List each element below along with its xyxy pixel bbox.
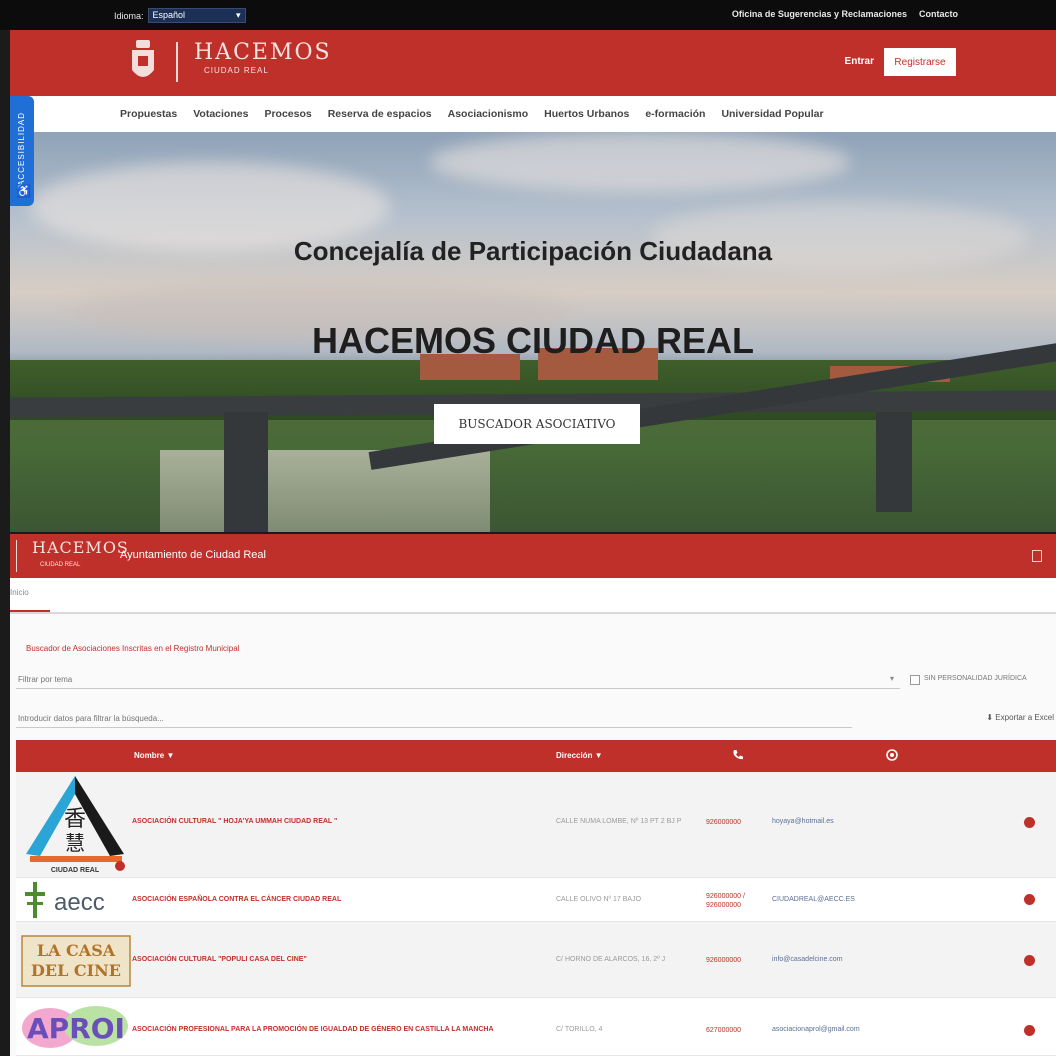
tab-inicio[interactable]: Inicio <box>10 588 50 612</box>
table-row[interactable]: APROI ASOCIACIÓN PROFESIONAL PARA LA PRO… <box>16 998 1056 1056</box>
svg-text:APROI: APROI <box>27 1012 125 1045</box>
download-icon: ⬇ <box>986 713 996 722</box>
nav-item-asociacionismo[interactable]: Asociacionismo <box>448 108 529 120</box>
association-logo-casa-cine: LA CASA DEL CINE <box>21 935 131 987</box>
language-value: Español <box>152 10 186 20</box>
table-row[interactable]: 香 慧 CIUDAD REAL ASOCIACIÓN CULTURAL " HO… <box>16 772 1056 878</box>
hero-subtitle: Concejalía de Participación Ciudadana <box>293 236 773 266</box>
svg-text:香: 香 <box>64 807 86 832</box>
main-nav: Propuestas Votaciones Procesos Reserva d… <box>10 96 1056 132</box>
association-search-app: HACEMOS CIUDAD REAL Ayuntamiento de Ciud… <box>10 534 1056 1056</box>
location-pin-icon[interactable] <box>1024 817 1035 828</box>
location-pin-icon[interactable] <box>1024 894 1035 905</box>
association-email[interactable]: info@casadelcine.com <box>772 956 843 963</box>
association-logo-aproi: APROI <box>22 1006 128 1048</box>
accessibility-icon: ♿ <box>16 184 31 198</box>
table-row[interactable]: aecc ASOCIACIÓN ESPAÑOLA CONTRA EL CÁNCE… <box>16 878 1056 922</box>
language-select[interactable]: Español ▾ <box>147 8 246 23</box>
table-row[interactable]: LA CASA DEL CINE ASOCIACIÓN CULTURAL "PO… <box>16 922 1056 998</box>
section-title: Buscador de Asociaciones Inscritas en el… <box>26 644 240 653</box>
site-header: HACEMOS CIUDAD REAL Entrar Registrarse <box>10 30 1056 96</box>
chevron-down-icon: ▾ <box>890 674 895 683</box>
logo-divider <box>176 42 178 82</box>
association-phone[interactable]: 926000000 <box>706 956 741 965</box>
app-tabs: Inicio <box>10 578 1056 614</box>
contact-link[interactable]: Contacto <box>919 9 958 19</box>
export-excel-button[interactable]: ⬇ Exportar a Excel <box>986 713 1054 722</box>
language-selector: Idioma: Español ▾ <box>114 8 246 23</box>
association-email[interactable]: asociacionaprol@gmail.com <box>772 1026 860 1033</box>
svg-text:慧: 慧 <box>65 831 85 855</box>
app-title: Ayuntamiento de Ciudad Real <box>120 549 266 561</box>
association-email[interactable]: CIUDADREAL@AECC.ES <box>772 896 855 903</box>
association-logo-aecc: aecc <box>25 882 105 918</box>
export-label: Exportar a Excel <box>995 713 1054 722</box>
association-address: C/ HORNO DE ALARCOS, 16, 2º J <box>556 956 666 963</box>
no-legal-entity-checkbox[interactable] <box>910 675 920 685</box>
accessibility-tab[interactable]: ACCESIBILIDAD ♿ <box>10 96 34 206</box>
site-logo[interactable]: HACEMOS <box>194 42 332 64</box>
language-label: Idioma: <box>114 10 144 21</box>
hero-title: HACEMOS CIUDAD REAL <box>311 320 754 361</box>
association-search-button[interactable]: BUSCADOR ASOCIATIVO <box>434 404 640 444</box>
association-phone[interactable]: 926000000 <box>706 818 741 827</box>
association-name[interactable]: ASOCIACIÓN CULTURAL " HOJA'YA UMMAH CIUD… <box>132 818 337 825</box>
nav-item-reserva[interactable]: Reserva de espacios <box>328 108 432 120</box>
river-scenery <box>160 450 490 532</box>
svg-text:LA CASA: LA CASA <box>37 941 116 960</box>
suggestions-link[interactable]: Oficina de Sugerencias y Reclamaciones <box>732 9 907 19</box>
app-logo-sub: CIUDAD REAL <box>40 562 81 568</box>
app-logo[interactable]: HACEMOS <box>32 540 129 556</box>
top-bar: Idioma: Español ▾ Oficina de Sugerencias… <box>0 0 1056 30</box>
search-input[interactable] <box>16 710 852 728</box>
nav-item-propuestas[interactable]: Propuestas <box>120 108 177 120</box>
table-header: Nombre ▼ Dirección ▼ <box>16 740 1056 772</box>
nav-item-votaciones[interactable]: Votaciones <box>193 108 248 120</box>
menu-icon[interactable] <box>1032 550 1042 562</box>
association-address: CALLE OLIVO Nº 17 BAJO <box>556 896 642 903</box>
association-name[interactable]: ASOCIACIÓN PROFESIONAL PARA LA PROMOCIÓN… <box>132 1026 494 1033</box>
association-name[interactable]: ASOCIACIÓN ESPAÑOLA CONTRA EL CÁNCER CIU… <box>132 896 341 903</box>
accessibility-label: ACCESIBILIDAD <box>17 112 26 186</box>
association-phone[interactable]: 627000000 <box>706 1026 741 1035</box>
nav-item-procesos[interactable]: Procesos <box>264 108 311 120</box>
login-link[interactable]: Entrar <box>845 56 874 67</box>
register-button[interactable]: Registrarse <box>884 48 956 76</box>
svg-text:CIUDAD REAL: CIUDAD REAL <box>51 867 100 874</box>
checkbox-label: SIN PERSONALIDAD JURÍDICA <box>924 675 1027 682</box>
association-name[interactable]: ASOCIACIÓN CULTURAL "POPULI CASA DEL CIN… <box>132 956 307 963</box>
nav-item-eformacion[interactable]: e-formación <box>645 108 705 120</box>
chevron-down-icon: ▾ <box>235 10 241 20</box>
location-pin-icon[interactable] <box>1024 955 1035 966</box>
hero-banner: Concejalía de Participación Ciudadana HA… <box>10 132 1056 532</box>
nav-item-huertos[interactable]: Huertos Urbanos <box>544 108 629 120</box>
location-pin-icon[interactable] <box>1024 1025 1035 1036</box>
phone-icon <box>733 750 743 760</box>
column-address-header[interactable]: Dirección ▼ <box>556 751 603 760</box>
svg-text:aecc: aecc <box>54 889 105 916</box>
association-logo-hoyaya: 香 慧 CIUDAD REAL <box>26 776 125 874</box>
app-logo-divider <box>16 540 17 572</box>
app-header: HACEMOS CIUDAD REAL Ayuntamiento de Ciud… <box>10 534 1056 578</box>
association-address: C/ TORILLO, 4 <box>556 1026 603 1033</box>
email-icon <box>886 749 898 761</box>
svg-text:DEL CINE: DEL CINE <box>31 961 121 980</box>
city-crest-icon <box>132 40 154 77</box>
association-email[interactable]: hoyaya@hotmail.es <box>772 818 834 825</box>
site-logo-sub: CIUDAD REAL <box>204 66 269 75</box>
association-address: CALLE NUMA LOMBE, Nº 13 PT 2 BJ P <box>556 818 682 825</box>
nav-item-universidad[interactable]: Universidad Popular <box>721 108 823 120</box>
association-phone[interactable]: 926000000 / 926000000 <box>706 892 746 910</box>
column-name-header[interactable]: Nombre ▼ <box>134 751 174 760</box>
topic-filter-select[interactable] <box>16 671 900 689</box>
